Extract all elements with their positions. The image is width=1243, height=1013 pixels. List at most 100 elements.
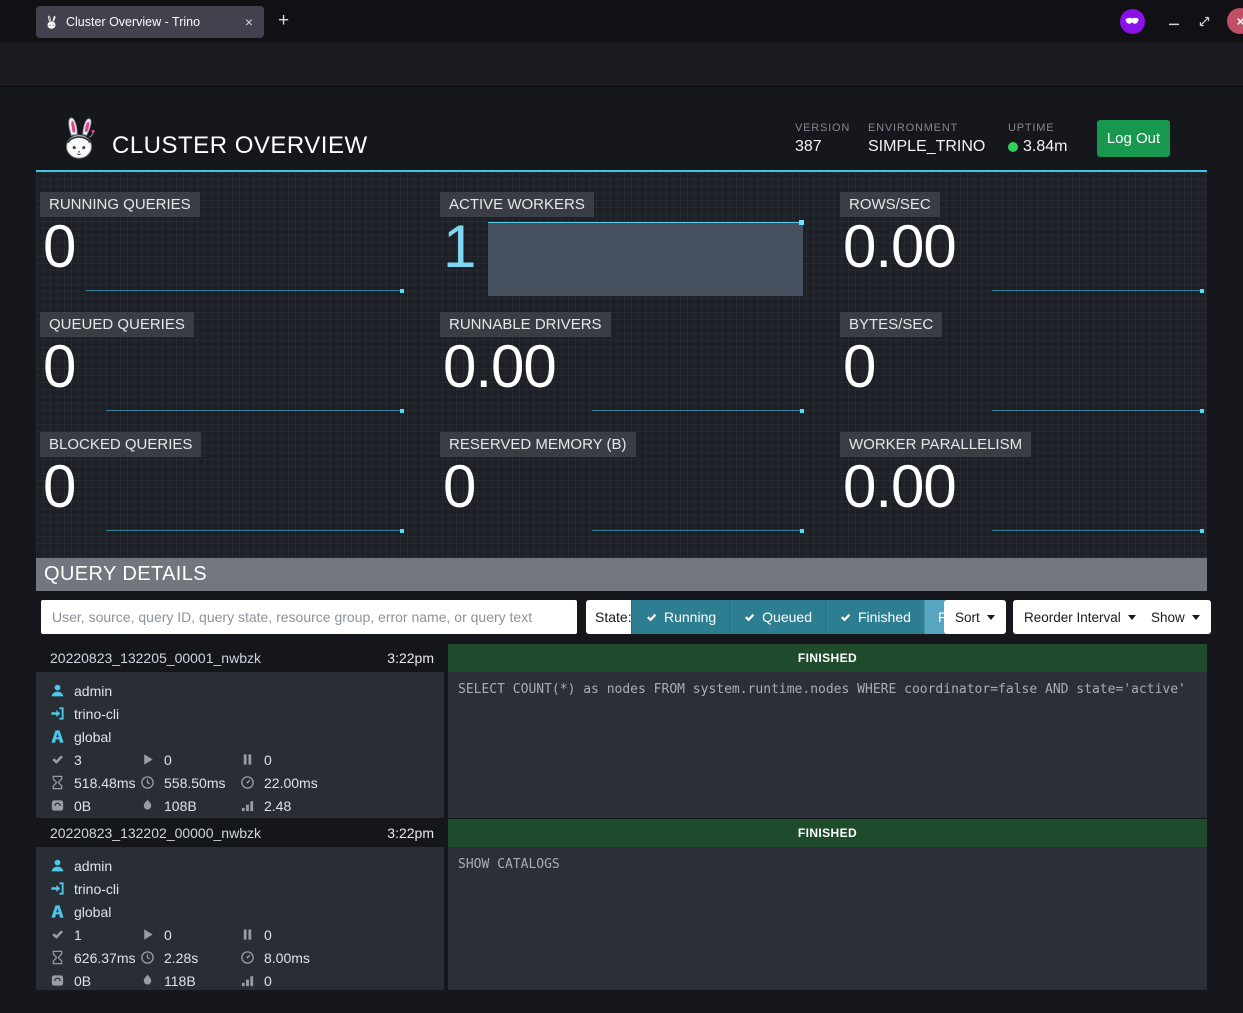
environment-label: ENVIRONMENT bbox=[868, 122, 985, 134]
cumulative-memory-icon bbox=[140, 973, 155, 988]
new-tab-button[interactable]: + bbox=[272, 9, 295, 33]
resource-group-icon bbox=[50, 729, 65, 744]
query-time: 3:22pm bbox=[387, 650, 434, 666]
query-source: trino-cli bbox=[74, 706, 119, 722]
completed-splits-icon bbox=[50, 752, 65, 767]
wall-time-icon bbox=[140, 950, 155, 965]
sort-dropdown[interactable]: Sort bbox=[944, 600, 1006, 634]
stat-card-blocked-queries[interactable]: BLOCKED QUERIES 0 bbox=[36, 428, 407, 538]
uptime-value: 3.84m bbox=[1023, 138, 1067, 156]
environment-value: SIMPLE_TRINO bbox=[868, 138, 985, 156]
stat-value: 0.00 bbox=[443, 334, 556, 400]
tab-title: Cluster Overview - Trino bbox=[66, 15, 235, 29]
cpu-time: 22.00ms bbox=[264, 775, 318, 791]
stat-value: 0.00 bbox=[843, 454, 956, 520]
filter-finished-button[interactable]: Finished bbox=[825, 600, 924, 634]
filter-queued-button[interactable]: Queued bbox=[729, 600, 825, 634]
environment-block: ENVIRONMENT SIMPLE_TRINO bbox=[868, 122, 985, 156]
stat-card-rows-sec[interactable]: ROWS/SEC 0.00 bbox=[836, 188, 1207, 298]
query-user: admin bbox=[74, 858, 112, 874]
running-splits-icon bbox=[140, 752, 155, 767]
sparkline bbox=[86, 290, 402, 291]
query-id-link[interactable]: 20220823_132205_00001_nwbzk bbox=[50, 650, 261, 666]
stat-card-running-queries[interactable]: RUNNING QUERIES 0 bbox=[36, 188, 407, 298]
sparkline-dot bbox=[1200, 529, 1204, 533]
wall-time: 558.50ms bbox=[164, 775, 225, 791]
browser-nav-bar: https://localhost:8443/ui/ − 100% + bbox=[0, 42, 1243, 87]
stat-card-active-workers[interactable]: ACTIVE WORKERS 1 bbox=[436, 188, 807, 298]
private-browsing-badge bbox=[1120, 9, 1145, 34]
tab-favicon bbox=[44, 15, 59, 30]
stat-value: 0 bbox=[43, 334, 75, 400]
wall-time-icon bbox=[140, 775, 155, 790]
sparkline-dot bbox=[800, 409, 804, 413]
browser-tab[interactable]: Cluster Overview - Trino × bbox=[36, 6, 264, 38]
sparkline-dot bbox=[400, 409, 404, 413]
trino-logo bbox=[58, 115, 100, 163]
sparkline bbox=[592, 410, 802, 411]
filter-running-button[interactable]: Running bbox=[631, 600, 729, 634]
show-dropdown[interactable]: Show bbox=[1140, 600, 1211, 634]
cpu-time-icon bbox=[240, 950, 255, 965]
resource-group-icon bbox=[50, 904, 65, 919]
version-block: VERSION 387 bbox=[795, 122, 850, 156]
parallelism: 2.48 bbox=[264, 798, 291, 814]
queued-time: 518.48ms bbox=[74, 775, 135, 791]
wall-time: 2.28s bbox=[164, 950, 198, 966]
running-splits: 0 bbox=[164, 752, 172, 768]
maximize-button[interactable] bbox=[1189, 8, 1219, 34]
stat-card-worker-parallelism[interactable]: WORKER PARALLELISM 0.00 bbox=[836, 428, 1207, 538]
query-status-badge: FINISHED bbox=[448, 819, 1207, 847]
completed-splits: 3 bbox=[74, 752, 82, 768]
queued-splits: 0 bbox=[264, 927, 272, 943]
stat-value: 0 bbox=[843, 334, 875, 400]
query-user: admin bbox=[74, 683, 112, 699]
sparkline-dot bbox=[799, 220, 804, 225]
sparkline-dot bbox=[1200, 289, 1204, 293]
queued-time: 626.37ms bbox=[74, 950, 135, 966]
close-button[interactable] bbox=[1227, 8, 1243, 34]
sparkline bbox=[992, 530, 1202, 531]
sparkline-dot bbox=[1200, 409, 1204, 413]
stat-value: 0.00 bbox=[843, 214, 956, 280]
cpu-time-icon bbox=[240, 775, 255, 790]
parallelism-icon bbox=[240, 798, 255, 813]
sparkline bbox=[592, 530, 802, 531]
query-meta-panel: admin trino-cli global 3 0 0 518.48ms 55… bbox=[36, 672, 444, 818]
current-memory: 0B bbox=[74, 973, 91, 989]
logout-button[interactable]: Log Out bbox=[1097, 120, 1170, 157]
stat-card-bytes-sec[interactable]: BYTES/SEC 0 bbox=[836, 308, 1207, 418]
query-meta-panel: admin trino-cli global 1 0 0 626.37ms 2.… bbox=[36, 847, 444, 990]
chevron-down-icon bbox=[1192, 615, 1200, 620]
search-input[interactable] bbox=[41, 600, 577, 634]
query-sql-text[interactable]: SELECT COUNT(*) as nodes FROM system.run… bbox=[448, 672, 1207, 818]
sparkline-dot bbox=[800, 529, 804, 533]
stat-card-reserved-memory[interactable]: RESERVED MEMORY (B) 0 bbox=[436, 428, 807, 538]
sparkline bbox=[992, 410, 1202, 411]
tab-close-icon[interactable]: × bbox=[242, 14, 256, 30]
sparkline bbox=[992, 290, 1202, 291]
stat-value: 0 bbox=[443, 454, 475, 520]
completed-splits-icon bbox=[50, 927, 65, 942]
user-icon bbox=[50, 858, 65, 873]
query-source: trino-cli bbox=[74, 881, 119, 897]
cumulative-memory: 108B bbox=[164, 798, 197, 814]
uptime-label: UPTIME bbox=[1008, 122, 1067, 134]
queued-time-icon bbox=[50, 775, 65, 790]
page-title: CLUSTER OVERVIEW bbox=[112, 132, 368, 160]
sparkline bbox=[106, 410, 402, 411]
sparkline-dot bbox=[400, 529, 404, 533]
stat-card-queued-queries[interactable]: QUEUED QUERIES 0 bbox=[36, 308, 407, 418]
stat-card-runnable-drivers[interactable]: RUNNABLE DRIVERS 0.00 bbox=[436, 308, 807, 418]
query-id-link[interactable]: 20220823_132202_00000_nwbzk bbox=[50, 825, 261, 841]
reorder-interval-dropdown[interactable]: Reorder Interval bbox=[1013, 600, 1147, 634]
minimize-button[interactable] bbox=[1159, 8, 1189, 34]
source-icon bbox=[50, 706, 65, 721]
sparkline-area bbox=[488, 222, 803, 296]
query-time: 3:22pm bbox=[387, 825, 434, 841]
stat-value: 0 bbox=[43, 454, 75, 520]
query-sql-text[interactable]: SHOW CATALOGS bbox=[448, 847, 1207, 990]
stat-value: 0 bbox=[43, 214, 75, 280]
stat-value: 1 bbox=[443, 214, 475, 280]
completed-splits: 1 bbox=[74, 927, 82, 943]
